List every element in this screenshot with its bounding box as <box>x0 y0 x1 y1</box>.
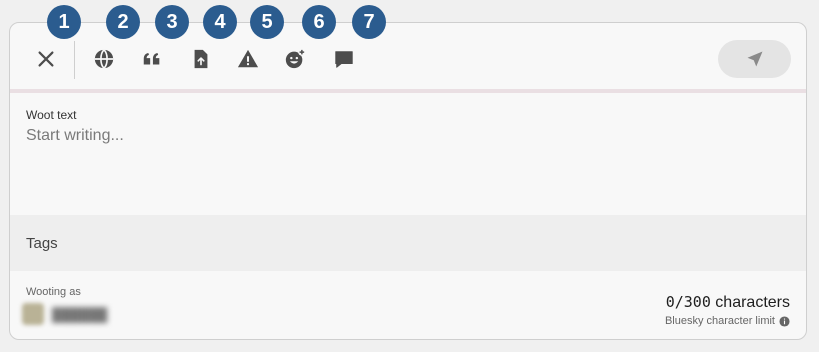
callout-marker-6: 6 <box>302 5 336 39</box>
character-limit-note: Bluesky character limit <box>665 315 790 327</box>
wooting-as-label: Wooting as <box>26 286 81 298</box>
tags-label: Tags <box>26 235 58 252</box>
avatar <box>22 303 44 325</box>
toolbar-divider <box>74 41 75 79</box>
send-button[interactable] <box>718 40 791 78</box>
close-icon <box>38 51 54 67</box>
emoji-button[interactable] <box>280 44 310 74</box>
emoji-add-icon <box>285 48 306 69</box>
warning-icon <box>237 49 259 68</box>
character-count-value: 0/300 <box>665 293 711 311</box>
post-text-placeholder[interactable]: Start writing... <box>26 127 124 145</box>
upload-button[interactable] <box>186 44 216 74</box>
callout-marker-7: 7 <box>352 5 386 39</box>
callout-marker-1: 1 <box>47 5 81 39</box>
post-composer: Woot text Start writing... Tags Wooting … <box>9 22 807 340</box>
account-handle-redacted: ██████ <box>52 306 108 322</box>
character-limit-label: Bluesky character limit <box>664 315 775 327</box>
quote-icon <box>143 53 160 65</box>
post-text-area[interactable]: Woot text Start writing... <box>10 93 806 215</box>
callout-marker-2: 2 <box>106 5 140 39</box>
callout-marker-3: 3 <box>155 5 189 39</box>
file-upload-icon <box>194 49 208 69</box>
comment-icon <box>335 51 353 68</box>
composer-footer: Wooting as ██████ 0/300 characters Blues… <box>10 271 806 339</box>
content-warning-button[interactable] <box>233 44 263 74</box>
reply-button[interactable] <box>329 44 359 74</box>
account-selector[interactable]: ██████ <box>22 302 107 326</box>
send-icon <box>747 51 762 67</box>
post-text-label: Woot text <box>26 108 77 122</box>
callout-marker-4: 4 <box>203 5 237 39</box>
character-count: 0/300 characters <box>666 293 790 312</box>
visibility-button[interactable] <box>89 44 119 74</box>
callout-marker-5: 5 <box>250 5 284 39</box>
character-count-suffix: characters <box>710 294 790 311</box>
close-button[interactable] <box>31 44 61 74</box>
quote-button[interactable] <box>137 44 167 74</box>
info-icon[interactable] <box>779 315 790 327</box>
tags-field[interactable]: Tags <box>10 215 806 271</box>
globe-icon <box>94 49 114 69</box>
